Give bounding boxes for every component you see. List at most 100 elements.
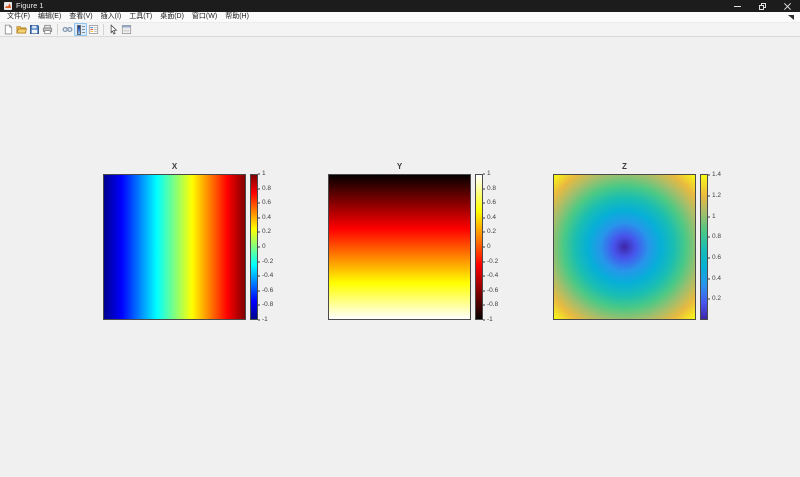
save-figure-icon (29, 24, 40, 35)
print-figure-button[interactable] (41, 23, 54, 36)
insert-legend-button[interactable] (87, 23, 100, 36)
figure-toolbar (0, 23, 800, 37)
colorbar-tick-mark (258, 174, 260, 175)
colorbar-tick-mark (708, 258, 710, 259)
colorbar-tick-mark (258, 217, 260, 218)
open-file-button[interactable] (15, 23, 28, 36)
window-title: Figure 1 (16, 0, 44, 12)
menu-desktop[interactable]: 桌面(D) (156, 12, 188, 22)
plot-x-image (103, 174, 246, 320)
colorbar-tick-label: 0.2 (487, 229, 496, 236)
link-plot-icon (62, 24, 73, 35)
colorbar-tick-label: 1 (487, 171, 491, 178)
colorbar-tick-mark (258, 232, 260, 233)
colorbar-tick-mark (708, 299, 710, 300)
close-button[interactable] (775, 0, 800, 12)
insert-legend-icon (88, 24, 99, 35)
plot-y-title: Y (328, 162, 471, 171)
colorbar-tick-label: -0.8 (487, 302, 498, 309)
colorbar-tick-label: 0.6 (712, 255, 721, 262)
plot-y-colorbar (475, 174, 483, 320)
colorbar-tick-label: 1.4 (712, 172, 721, 179)
plot-y-image (328, 174, 471, 320)
plot-y-colorbar-ticks: 10.80.60.40.20-0.2-0.4-0.6-0.8-1 (483, 174, 511, 320)
menu-file[interactable]: 文件(F) (3, 12, 34, 22)
colorbar-tick-mark (483, 290, 485, 291)
edit-plot-button[interactable] (107, 23, 120, 36)
colorbar-tick-label: 0 (487, 244, 491, 251)
colorbar-tick-label: -0.2 (262, 258, 273, 265)
colorbar-tick-label: 0.4 (712, 275, 721, 282)
menu-tools[interactable]: 工具(T) (125, 12, 156, 22)
colorbar-tick-label: -0.6 (487, 288, 498, 295)
colorbar-tick-mark (708, 216, 710, 217)
colorbar-tick-label: 0.2 (712, 296, 721, 303)
insert-colorbar-icon (77, 25, 85, 35)
colorbar-tick-label: 0.4 (487, 215, 496, 222)
colorbar-tick-label: 1 (712, 214, 716, 221)
plot-x-title: X (103, 162, 246, 171)
property-inspector-icon (121, 24, 132, 35)
colorbar-tick-mark (483, 217, 485, 218)
menubar: 文件(F) 编辑(E) 查看(V) 插入(I) 工具(T) 桌面(D) 窗口(W… (0, 12, 800, 23)
colorbar-tick-mark (483, 276, 485, 277)
colorbar-tick-mark (258, 276, 260, 277)
menu-view[interactable]: 查看(V) (65, 12, 96, 22)
menu-help[interactable]: 帮助(H) (221, 12, 253, 22)
minimize-icon (734, 6, 741, 7)
colorbar-tick-label: -0.2 (487, 258, 498, 265)
colorbar-tick-label: 0.8 (262, 185, 271, 192)
colorbar-tick-label: -1 (262, 317, 268, 324)
menu-edit[interactable]: 编辑(E) (34, 12, 65, 22)
plot-z-image (553, 174, 696, 320)
matlab-figure-icon (4, 2, 12, 10)
colorbar-tick-mark (483, 247, 485, 248)
colorbar-tick-mark (258, 261, 260, 262)
print-figure-icon (42, 24, 53, 35)
colorbar-tick-label: 0.8 (487, 185, 496, 192)
colorbar-tick-label: 0 (262, 244, 266, 251)
plot-z-title: Z (553, 162, 696, 171)
colorbar-tick-mark (483, 203, 485, 204)
property-inspector-button[interactable] (120, 23, 133, 36)
restore-button[interactable] (750, 0, 775, 12)
link-plot-button[interactable] (61, 23, 74, 36)
titlebar[interactable]: Figure 1 (0, 0, 800, 12)
minimize-button[interactable] (725, 0, 750, 12)
colorbar-tick-label: 0.6 (262, 200, 271, 207)
figure-canvas: X 1 0.8 0.6 0.4 0.2 0 -0.2 -0.4 -0.6 -0.8 -1 Y 1 0.… (0, 37, 800, 477)
toolbar-overflow-icon[interactable] (788, 15, 794, 20)
colorbar-tick-label: -1 (487, 317, 493, 324)
colorbar-tick-mark (258, 247, 260, 248)
toolbar-separator (57, 24, 58, 35)
colorbar-tick-mark (483, 320, 485, 321)
menu-window[interactable]: 窗口(W) (188, 12, 221, 22)
colorbar-tick-mark (258, 320, 260, 321)
colorbar-tick-mark (708, 237, 710, 238)
colorbar-tick-label: 0.2 (262, 229, 271, 236)
colorbar-tick-mark (483, 188, 485, 189)
colorbar-tick-label: -0.4 (262, 273, 273, 280)
insert-colorbar-button[interactable] (74, 23, 87, 36)
new-figure-button[interactable] (2, 23, 15, 36)
plot-x-colorbar-ticks: 10.80.60.40.20-0.2-0.4-0.6-0.8-1 (258, 174, 286, 320)
menu-insert[interactable]: 插入(I) (97, 12, 126, 22)
open-file-icon (16, 24, 27, 35)
toolbar-separator (103, 24, 104, 35)
colorbar-tick-mark (708, 175, 710, 176)
colorbar-tick-mark (708, 196, 710, 197)
close-icon (784, 3, 791, 10)
colorbar-tick-label: 1 (262, 171, 266, 178)
save-figure-button[interactable] (28, 23, 41, 36)
colorbar-tick-label: 0.6 (487, 200, 496, 207)
plot-z-colorbar (700, 174, 708, 320)
edit-plot-icon (108, 24, 119, 35)
colorbar-tick-mark (483, 232, 485, 233)
colorbar-tick-label: 1.2 (712, 193, 721, 200)
colorbar-tick-label: -0.8 (262, 302, 273, 309)
colorbar-tick-mark (483, 174, 485, 175)
plot-z-colorbar-ticks: 1.41.210.80.60.40.2 (708, 174, 736, 320)
colorbar-tick-label: 0.4 (262, 215, 271, 222)
colorbar-tick-mark (258, 188, 260, 189)
colorbar-tick-mark (483, 305, 485, 306)
